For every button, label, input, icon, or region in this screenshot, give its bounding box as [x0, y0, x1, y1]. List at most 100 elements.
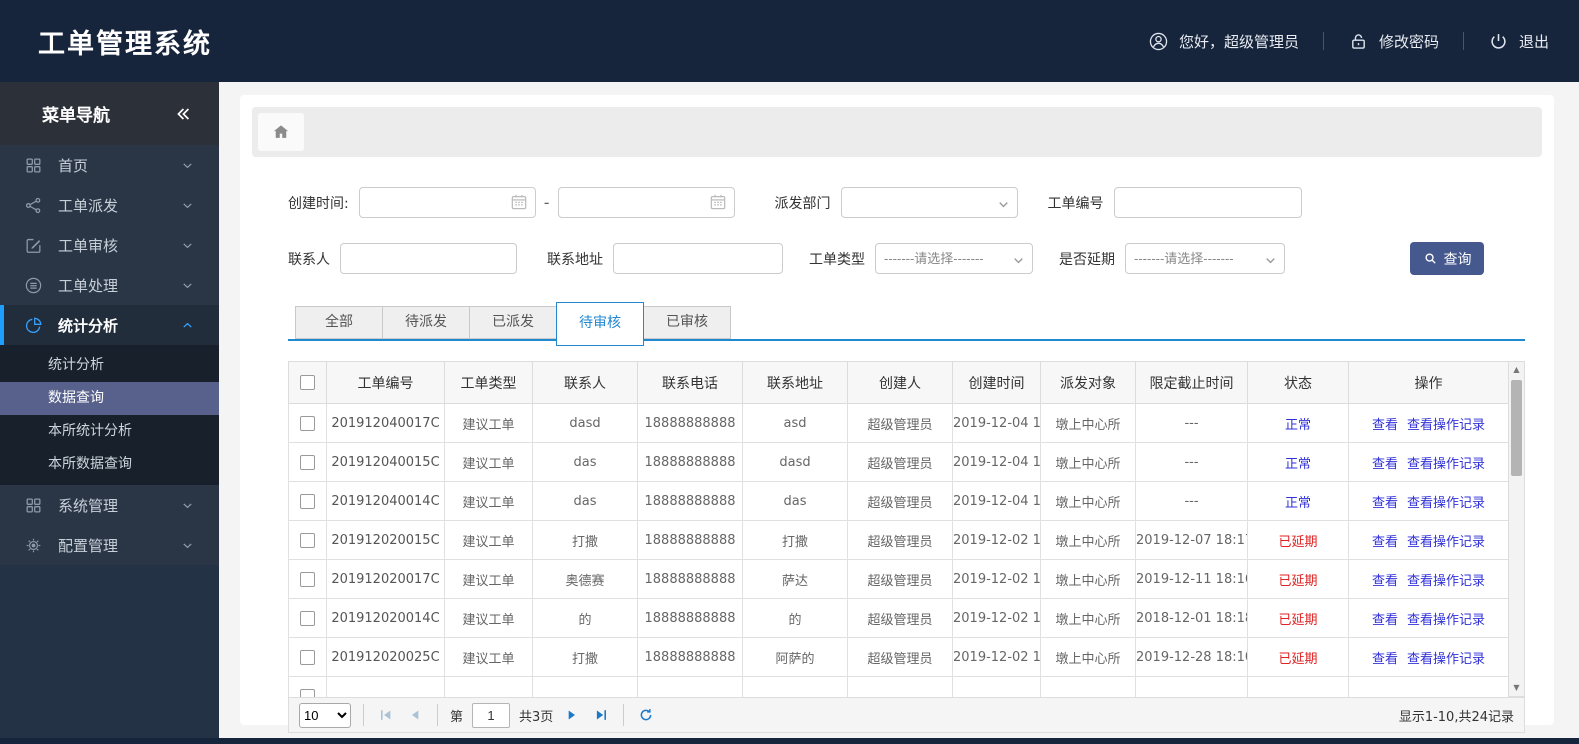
view-log-link[interactable]: 查看操作记录 [1407, 613, 1485, 628]
chevron-down-icon [180, 198, 195, 213]
delay-select[interactable]: -------请选择------- [1125, 243, 1285, 274]
row-checkbox[interactable] [300, 493, 315, 509]
view-link[interactable]: 查看 [1372, 613, 1398, 628]
vertical-scrollbar[interactable]: ▲ ▼ [1508, 361, 1525, 697]
create-time-end-input[interactable] [557, 187, 735, 218]
view-link[interactable]: 查看 [1372, 574, 1398, 589]
address-input[interactable] [613, 243, 783, 274]
tab-dispatched[interactable]: 已派发 [469, 306, 557, 339]
scrollbar-thumb[interactable] [1511, 380, 1522, 476]
submenu-item-local-data-query[interactable]: 本所数据查询 [0, 448, 219, 481]
sidebar-item-statistics[interactable]: 统计分析 [0, 305, 219, 345]
contact-input[interactable] [340, 243, 517, 274]
cell-order-no: 201912020015C [326, 520, 445, 560]
scroll-up-icon[interactable]: ▲ [1513, 362, 1519, 378]
refresh-icon [640, 709, 652, 721]
create-time-start-input[interactable] [358, 187, 536, 218]
order-no-input[interactable] [1113, 187, 1302, 218]
refresh-button[interactable] [636, 705, 656, 725]
select-all-checkbox[interactable] [300, 375, 315, 390]
row-checkbox[interactable] [300, 688, 315, 697]
tab-all[interactable]: 全部 [295, 306, 383, 339]
first-page-button[interactable] [376, 705, 396, 725]
dispatch-dept-select[interactable] [840, 187, 1018, 218]
view-link[interactable]: 查看 [1372, 535, 1398, 550]
sidebar-header: 菜单导航 [0, 82, 219, 145]
row-checkbox[interactable] [300, 532, 315, 548]
sidebar-item-review[interactable]: 工单审核 [0, 225, 219, 265]
view-link[interactable]: 查看 [1372, 652, 1398, 667]
cell-deadline: --- [1135, 403, 1248, 443]
page-number-input[interactable] [472, 702, 511, 728]
cell-creator: 超级管理员 [847, 403, 953, 443]
cell-contact: das [532, 442, 638, 482]
row-checkbox[interactable] [300, 610, 315, 626]
col-actions: 操作 [1348, 361, 1509, 404]
logout-label: 退出 [1518, 32, 1549, 51]
sidebar-item-label: 系统管理 [58, 496, 119, 515]
sidebar-item-system[interactable]: 系统管理 [0, 485, 219, 525]
row-checkbox[interactable] [300, 649, 315, 665]
total-pages-label: 共3页 [519, 709, 554, 725]
view-link[interactable]: 查看 [1372, 457, 1398, 472]
sidebar-item-dispatch[interactable]: 工单派发 [0, 185, 219, 225]
content-panel: 创建时间: - 派发部门 工单编号 联系人 联系地址 工单类型 -------请… [240, 95, 1554, 733]
cell-address: dasd [742, 442, 848, 482]
cell-order-no: 201912020014C [326, 598, 445, 638]
row-checkbox[interactable] [300, 571, 315, 587]
cell-phone: 18888888888 [637, 598, 743, 638]
orders-table-wrap: 工单编号 工单类型 联系人 联系电话 联系地址 创建人 创建时间 派发对象 限定… [288, 361, 1525, 697]
view-log-link[interactable]: 查看操作记录 [1407, 457, 1485, 472]
order-type-select[interactable]: -------请选择------- [875, 243, 1033, 274]
view-log-link[interactable]: 查看操作记录 [1407, 418, 1485, 433]
change-password-button[interactable]: 修改密码 [1348, 31, 1439, 52]
cell-creator: 超级管理员 [847, 442, 953, 482]
view-log-link[interactable]: 查看操作记录 [1407, 652, 1485, 667]
logout-button[interactable]: 退出 [1488, 31, 1549, 52]
scroll-down-icon[interactable]: ▼ [1513, 680, 1519, 696]
cell-address: asd [742, 403, 848, 443]
sidebar-item-config[interactable]: 配置管理 [0, 525, 219, 565]
delay-select-wrap: -------请选择------- [1125, 243, 1285, 274]
user-greeting[interactable]: 您好，超级管理员 [1148, 31, 1299, 52]
submenu-item-statistics[interactable]: 统计分析 [0, 349, 219, 382]
sidebar-item-process[interactable]: 工单处理 [0, 265, 219, 305]
cell-phone: 18888888888 [637, 481, 743, 521]
submenu-item-data-query[interactable]: 数据查询 [0, 382, 219, 415]
next-page-button[interactable] [562, 705, 582, 725]
cell-contact: das [532, 481, 638, 521]
col-dispatch: 派发对象 [1040, 361, 1136, 404]
status-badge: 正常 [1247, 403, 1349, 443]
view-link[interactable]: 查看 [1372, 496, 1398, 511]
search-button[interactable]: 查询 [1410, 242, 1484, 275]
topbar-right: 您好，超级管理员 修改密码 退出 [1148, 31, 1549, 52]
col-creator: 创建人 [847, 361, 953, 404]
chevron-down-icon [180, 538, 195, 553]
record-summary: 显示1-10,共24记录 [1398, 709, 1514, 725]
tab-reviewed[interactable]: 已审核 [643, 306, 731, 339]
order-type-label: 工单类型 [809, 251, 865, 268]
view-link[interactable]: 查看 [1372, 418, 1398, 433]
view-log-link[interactable]: 查看操作记录 [1407, 496, 1485, 511]
row-checkbox[interactable] [300, 415, 315, 431]
chevron-down-icon [180, 238, 195, 253]
filter-row-2: 联系人 联系地址 工单类型 -------请选择------- 是否延期 ---… [288, 242, 1542, 275]
page-size-select[interactable]: 10 [299, 702, 351, 728]
create-time-start-wrap [358, 187, 536, 218]
submenu-item-local-statistics[interactable]: 本所统计分析 [0, 415, 219, 448]
col-address: 联系地址 [742, 361, 848, 404]
collapse-sidebar-icon[interactable] [173, 104, 193, 124]
tab-pending-dispatch[interactable]: 待派发 [382, 306, 470, 339]
chevron-down-icon [180, 278, 195, 293]
view-log-link[interactable]: 查看操作记录 [1407, 535, 1485, 550]
cell-deadline: 2019-12-07 18:17 [1135, 520, 1248, 560]
breadcrumb-home-button[interactable] [258, 113, 304, 151]
tab-pending-review[interactable]: 待审核 [556, 302, 644, 346]
last-page-button[interactable] [591, 705, 611, 725]
prev-page-button[interactable] [405, 705, 425, 725]
row-checkbox[interactable] [300, 454, 315, 470]
sidebar-item-home[interactable]: 首页 [0, 145, 219, 185]
view-log-link[interactable]: 查看操作记录 [1407, 574, 1485, 589]
order-no-label: 工单编号 [1047, 195, 1104, 212]
gear-icon [24, 536, 43, 555]
